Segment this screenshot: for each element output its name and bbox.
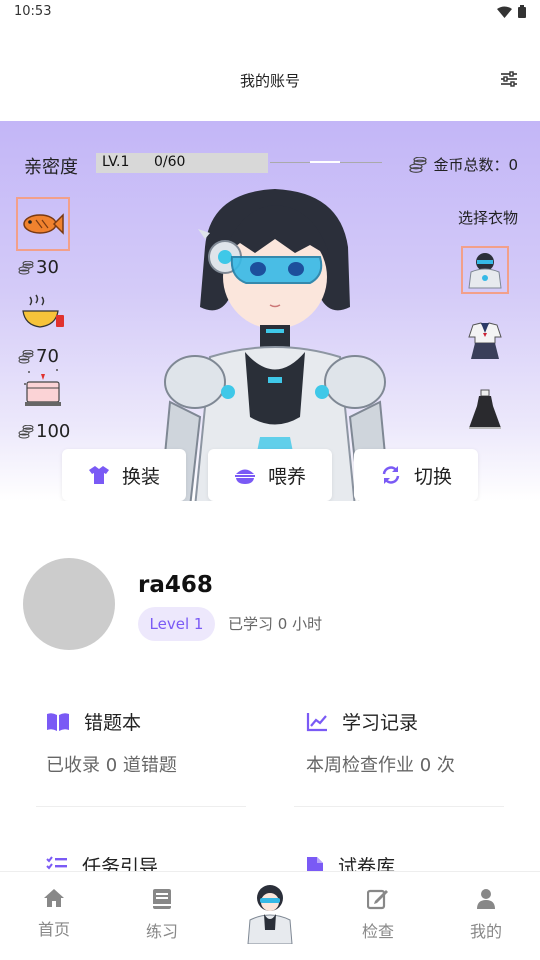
avatar[interactable]: [23, 558, 115, 650]
status-time: 10:53: [14, 4, 52, 19]
sailor-uniform-icon: [468, 322, 502, 359]
level-text: LV.1: [102, 154, 130, 170]
level-progress-track: [270, 161, 382, 163]
mecha-suit-icon: [468, 253, 502, 289]
pet-panel: 亲密度 LV.1 0/60 金币总数：0 30 70 100 选择衣物 换装 喂…: [0, 121, 540, 501]
divider: [294, 806, 504, 807]
change-outfit-button[interactable]: 换装: [62, 449, 186, 501]
bottom-nav: 首页 练习 检查 我的: [0, 871, 540, 960]
food-price: 100: [18, 421, 70, 442]
feature-study-records[interactable]: 学习记录 本周检查作业 0 次: [306, 708, 516, 777]
home-icon: [44, 889, 64, 907]
food-price: 30: [18, 257, 70, 278]
divider: [36, 806, 246, 807]
book-icon: [47, 712, 69, 731]
person-icon: [477, 889, 495, 909]
chart-line-icon: [306, 712, 327, 731]
feed-button[interactable]: 喂养: [208, 449, 332, 501]
food-item-fish[interactable]: 30: [16, 197, 70, 278]
coin-stack-icon: [18, 424, 34, 438]
coins-total-text: 金币总数：0: [433, 156, 518, 174]
switch-character-button[interactable]: 切换: [354, 449, 478, 501]
level-badge: Level 1: [138, 607, 215, 641]
choose-clothes-label: 选择衣物: [457, 209, 518, 227]
nav-check[interactable]: 检查: [338, 888, 418, 942]
feature-subtitle: 已收录 0 道错题: [46, 755, 177, 776]
feature-subtitle: 本周检查作业 0 次: [306, 755, 455, 776]
intimacy-label: 亲密度: [24, 157, 78, 178]
battery-icon: [518, 5, 526, 18]
food-bowl-icon: [234, 469, 255, 484]
intimacy-level-bar: LV.1 0/60: [96, 153, 268, 173]
title-bar: 我的账号: [0, 26, 540, 121]
cake-icon: [24, 369, 61, 406]
page-title: 我的账号: [239, 72, 300, 90]
noodle-bowl-icon: [22, 294, 64, 328]
notebook-icon: [153, 889, 171, 909]
feature-wrong-questions[interactable]: 错题本 已收录 0 道错题: [46, 708, 256, 777]
study-time: 已学习 0 小时: [228, 615, 323, 633]
coin-stack-icon: [18, 260, 34, 274]
username: ra468: [138, 572, 213, 598]
food-cake-frame[interactable]: [16, 361, 70, 415]
nav-mine[interactable]: 我的: [446, 888, 526, 942]
sliders-icon[interactable]: [500, 70, 518, 88]
food-noodles-frame[interactable]: [16, 286, 70, 340]
clothes-option-dress[interactable]: [461, 385, 509, 433]
edit-icon: [367, 889, 388, 910]
nav-character-avatar[interactable]: [240, 880, 300, 944]
level-progress-text: 0/60: [154, 154, 186, 170]
food-item-noodles[interactable]: 70: [16, 286, 70, 367]
coins-total: 金币总数：0: [409, 154, 518, 175]
fish-icon: [23, 213, 64, 235]
black-dress-icon: [469, 389, 501, 429]
food-item-cake[interactable]: 100: [16, 361, 70, 442]
shirt-icon: [88, 466, 109, 484]
coin-stack-icon: [409, 156, 428, 173]
clothes-option-sailor[interactable]: [461, 317, 509, 365]
wifi-icon: [497, 6, 512, 18]
status-icons: [497, 5, 526, 18]
status-bar: 10:53: [0, 0, 540, 26]
nav-practice[interactable]: 练习: [122, 888, 202, 942]
clothes-option-mecha[interactable]: [461, 246, 509, 294]
refresh-icon: [382, 466, 400, 484]
food-fish-frame[interactable]: [16, 197, 70, 251]
pet-actions: 换装 喂养 切换: [0, 449, 540, 501]
nav-home[interactable]: 首页: [14, 888, 94, 940]
